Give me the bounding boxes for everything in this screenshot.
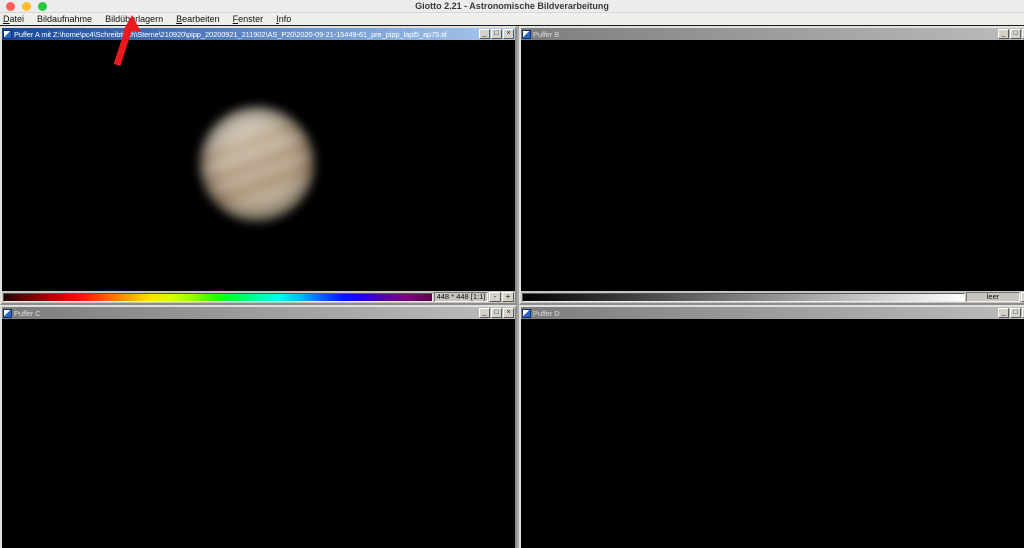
maximize-button[interactable]: □ — [491, 29, 502, 39]
app-title: Giotto 2.21 - Astronomische Bildverarbei… — [0, 1, 1024, 11]
menu-datei[interactable]: Datei — [3, 14, 31, 25]
jupiter-image — [200, 107, 314, 221]
menu-bilduberlagern[interactable]: Bildüberlagern — [105, 14, 170, 25]
jupiter-shade — [200, 107, 314, 221]
maximize-button[interactable]: □ — [491, 308, 502, 318]
mdi-area: Puffer A mit Z:\home\pc4\Schreibtisch\St… — [0, 26, 1024, 548]
buffer-d-canvas[interactable] — [521, 319, 1024, 548]
minimize-button[interactable]: _ — [479, 29, 490, 39]
buffer-c-title: Puffer C — [14, 308, 477, 319]
minimize-button[interactable]: _ — [998, 308, 1009, 318]
menu-bildaufnahme[interactable]: Bildaufnahme — [37, 14, 99, 25]
gray-lut-bar — [522, 293, 965, 302]
buffer-icon[interactable] — [522, 30, 531, 39]
color-lut-bar — [3, 293, 433, 302]
buffer-icon[interactable] — [3, 309, 12, 318]
buffer-b-window: Puffer B _ □ × leer - — [519, 26, 1024, 305]
buffer-a-statusbar: 448 * 448 [1:1] - + — [2, 291, 515, 303]
buffer-b-title: Puffer B — [533, 29, 996, 40]
buffer-icon[interactable] — [522, 309, 531, 318]
giotto-app-window: Giotto 2.21 - Astronomische Bildverarbei… — [0, 0, 1024, 548]
minimize-button[interactable]: _ — [479, 308, 490, 318]
buffer-icon[interactable] — [3, 30, 12, 39]
buffer-a-canvas[interactable] — [2, 40, 515, 291]
close-button[interactable]: × — [503, 29, 514, 39]
buffer-c-window: Puffer C _ □ × — [0, 305, 517, 548]
menu-info[interactable]: Info — [276, 14, 298, 25]
maximize-button[interactable]: □ — [1010, 308, 1021, 318]
minimize-button[interactable]: _ — [998, 29, 1009, 39]
zoom-out-button[interactable]: - — [489, 292, 501, 302]
menubar: Datei Bildaufnahme Bildüberlagern Bearbe… — [0, 13, 1024, 26]
buffer-b-titlebar[interactable]: Puffer B _ □ × — [521, 28, 1024, 40]
buffer-d-titlebar[interactable]: Puffer D _ □ × — [521, 307, 1024, 319]
buffer-c-titlebar[interactable]: Puffer C _ □ × — [2, 307, 515, 319]
buffer-a-title: Puffer A mit Z:\home\pc4\Schreibtisch\St… — [14, 29, 477, 40]
buffer-c-canvas[interactable] — [2, 319, 515, 548]
maximize-button[interactable]: □ — [1010, 29, 1021, 39]
buffer-a-window: Puffer A mit Z:\home\pc4\Schreibtisch\St… — [0, 26, 517, 305]
buffer-a-titlebar[interactable]: Puffer A mit Z:\home\pc4\Schreibtisch\St… — [2, 28, 515, 40]
menu-bearbeiten[interactable]: Bearbeiten — [176, 14, 227, 25]
buffer-b-canvas[interactable] — [521, 40, 1024, 291]
buffer-d-title: Puffer D — [533, 308, 996, 319]
image-size-label: 448 * 448 [1:1] — [434, 292, 488, 302]
buffer-empty-label: leer — [966, 292, 1020, 302]
menu-fenster[interactable]: Fenster — [233, 14, 271, 25]
zoom-in-button[interactable]: + — [502, 292, 514, 302]
close-button[interactable]: × — [503, 308, 514, 318]
buffer-b-statusbar: leer - — [521, 291, 1024, 303]
macos-titlebar: Giotto 2.21 - Astronomische Bildverarbei… — [0, 0, 1024, 13]
buffer-d-window: Puffer D _ □ × — [519, 305, 1024, 548]
